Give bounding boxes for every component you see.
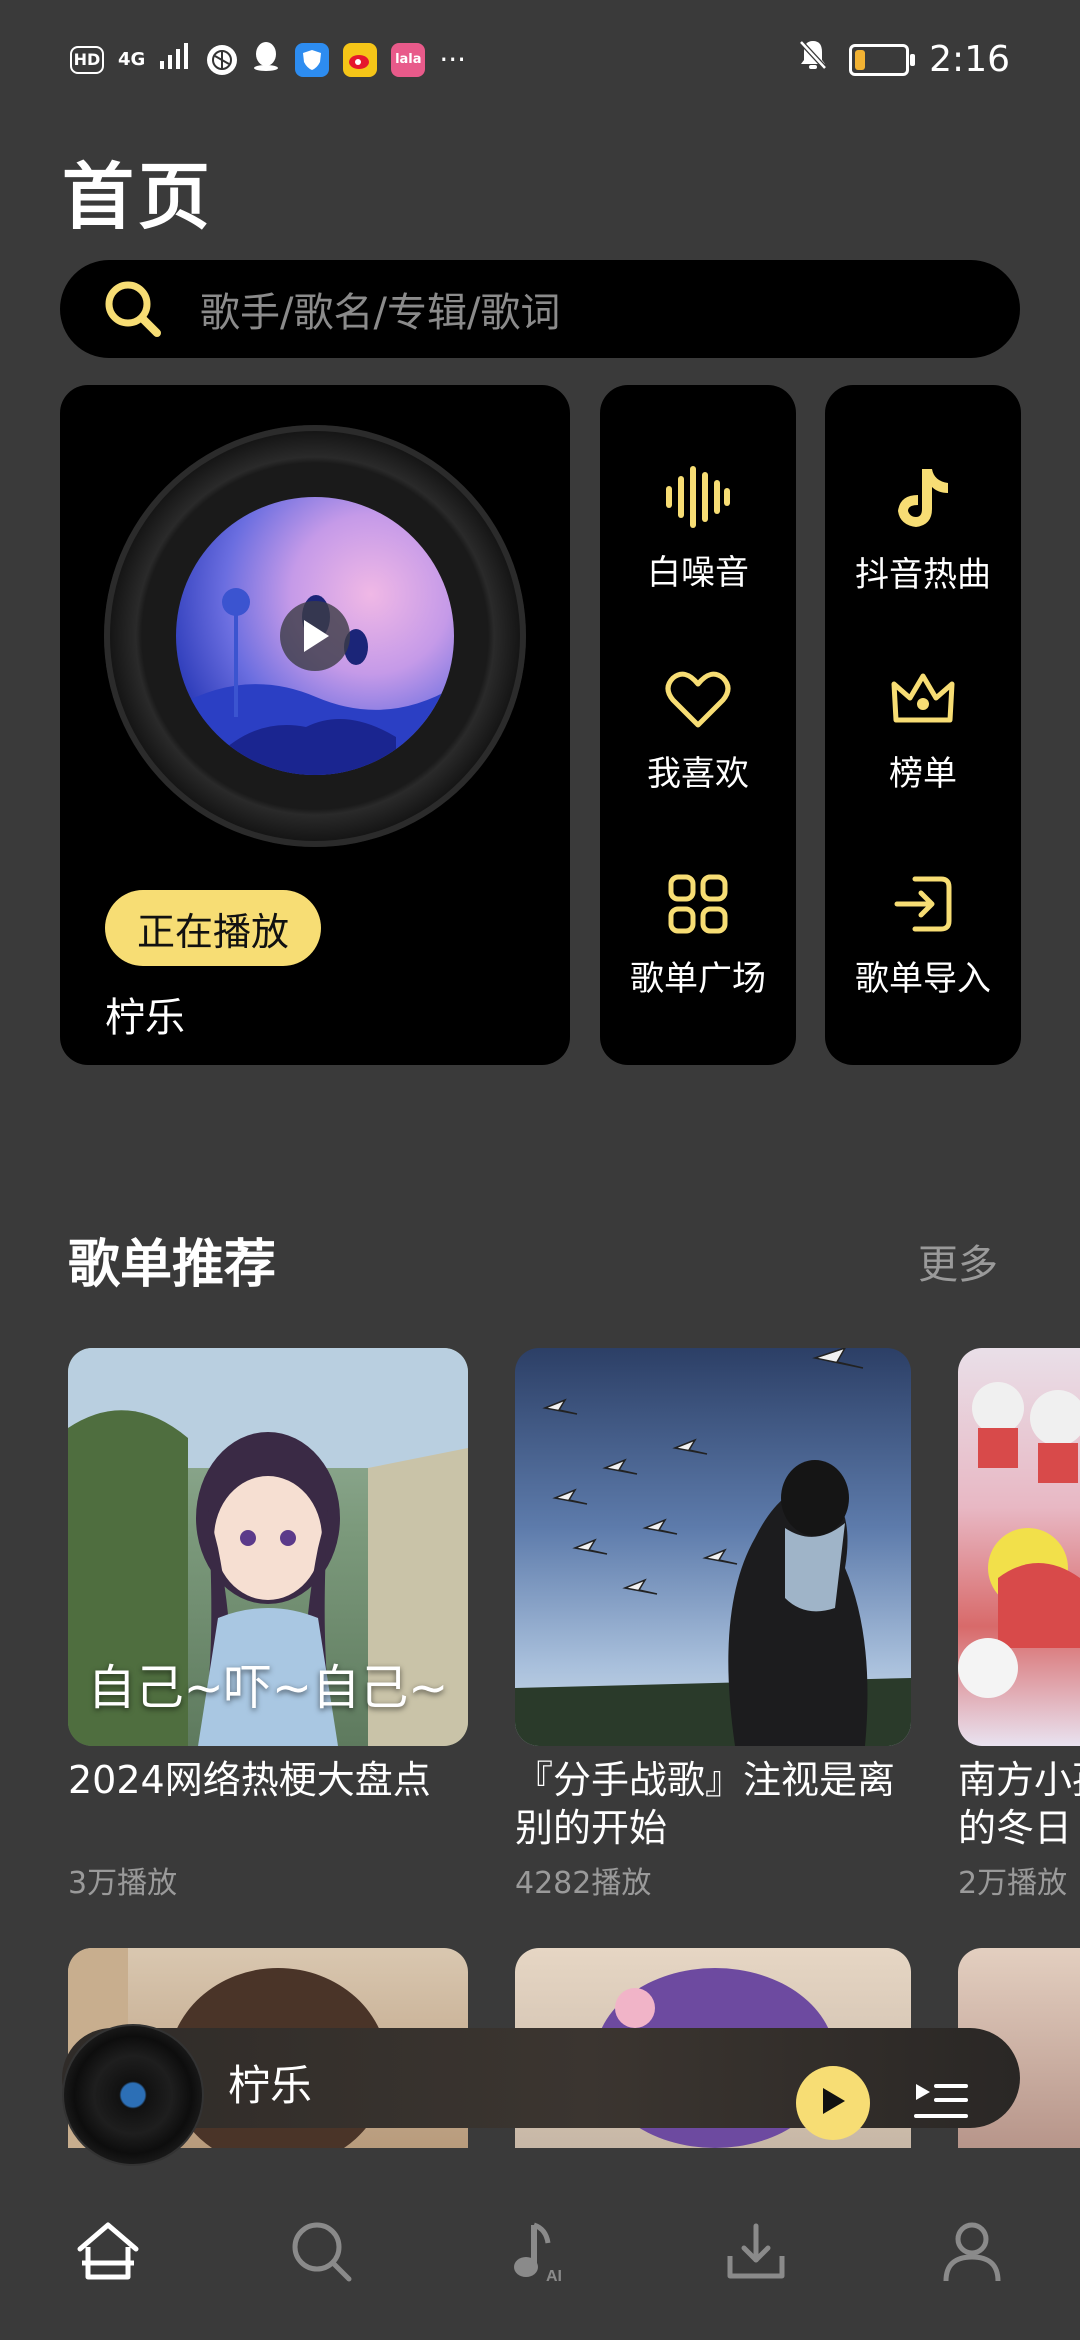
ai-music-icon: AI — [508, 2219, 572, 2289]
playlist-cover-3[interactable] — [958, 1348, 1080, 1746]
play-icon — [818, 2085, 848, 2121]
playlist-plays-1: 3万播放 — [68, 1866, 178, 1901]
shortcut-label: 榜单 — [889, 754, 957, 794]
nav-profile[interactable] — [936, 2218, 1008, 2290]
vinyl-record — [104, 425, 526, 847]
download-icon — [724, 2220, 788, 2288]
status-bar: HD 4G lala ··· 2:16 — [0, 0, 1080, 120]
network-label: 4G — [118, 49, 146, 70]
shortcut-playlist-import[interactable]: 歌单导入 — [825, 873, 1021, 1000]
shortcut-column-2: 抖音热曲 榜单 歌单导入 — [825, 385, 1021, 1065]
weibo-icon — [343, 42, 378, 77]
shortcut-tiktok-hits[interactable]: 抖音热曲 — [825, 465, 1021, 596]
mini-player[interactable] — [62, 2028, 1020, 2128]
status-left: HD 4G lala ··· — [70, 40, 466, 79]
signal-icon — [159, 41, 193, 78]
nav-ai-music[interactable]: AI — [504, 2218, 576, 2290]
mini-player-disc — [62, 2024, 204, 2166]
nav-download[interactable] — [720, 2218, 792, 2290]
grid-icon — [667, 873, 729, 939]
shortcut-white-noise[interactable]: 白噪音 — [600, 465, 796, 594]
shortcut-label: 歌单广场 — [630, 959, 766, 999]
playlist-cover-1[interactable]: 自己~吓~自己~ — [68, 1348, 468, 1746]
tiktok-icon — [892, 465, 954, 535]
bell-off-icon — [797, 38, 829, 81]
shortcut-column-1: 白噪音 我喜欢 歌单广场 — [600, 385, 796, 1065]
play-overlay-button[interactable] — [280, 601, 350, 671]
clock: 2:16 — [929, 39, 1010, 80]
now-playing-badge: 正在播放 — [105, 890, 322, 966]
search-placeholder: 歌手/歌名/专辑/歌词 — [200, 290, 561, 336]
shortcut-favorites[interactable]: 我喜欢 — [600, 670, 796, 795]
user-icon — [940, 2219, 1004, 2289]
playlist-plays-3: 2万播放 — [958, 1866, 1068, 1901]
soundwave-icon — [663, 465, 733, 533]
search-bar[interactable]: 歌手/歌名/专辑/歌词 — [60, 260, 1020, 358]
app-icon-ball — [207, 44, 238, 75]
shortcut-playlist-square[interactable]: 歌单广场 — [600, 873, 796, 1000]
shortcut-label: 抖音热曲 — [855, 555, 991, 595]
playlist-title-3[interactable]: 南方小孩的冬日 — [958, 1756, 1080, 1852]
playlist-queue-button[interactable] — [912, 2074, 972, 2134]
playlist-plays-2: 4282播放 — [515, 1866, 652, 1901]
now-playing-card[interactable]: 正在播放 柠乐 — [60, 385, 570, 1065]
app-icon-pink: lala — [391, 42, 426, 77]
playlist-cover-2[interactable] — [515, 1348, 911, 1746]
more-notifications: ··· — [439, 43, 467, 76]
playlist-title-2[interactable]: 『分手战歌』注视是离别的开始 — [515, 1756, 911, 1852]
shortcut-label: 歌单导入 — [855, 959, 991, 999]
heart-icon — [665, 670, 731, 734]
hd-icon: HD — [70, 45, 104, 74]
section-title: 歌单推荐 — [68, 1235, 277, 1295]
battery-icon — [849, 43, 916, 76]
page-title: 首页 — [62, 155, 215, 239]
more-link[interactable]: 更多 — [918, 1232, 998, 1290]
mini-player-name[interactable]: 柠乐 — [228, 2052, 312, 2113]
status-right: 2:16 — [797, 38, 1010, 81]
shortcut-label: 我喜欢 — [647, 754, 749, 794]
cover-overlay-text: 自己~吓~自己~ — [87, 1660, 449, 1716]
shield-app-icon — [295, 42, 330, 77]
import-icon — [891, 873, 955, 939]
search-icon — [100, 276, 166, 342]
queue-icon — [912, 2084, 972, 2138]
playlist-title-1[interactable]: 2024网络热梗大盘点 — [68, 1756, 468, 1804]
shortcut-label: 白噪音 — [647, 553, 749, 593]
nav-home[interactable] — [72, 2218, 144, 2290]
qq-icon — [251, 40, 281, 79]
now-playing-name: 柠乐 — [105, 995, 185, 1041]
mini-play-button[interactable] — [796, 2066, 870, 2140]
home-icon — [76, 2221, 140, 2287]
nav-search[interactable] — [286, 2218, 358, 2290]
svg-text:AI: AI — [546, 2268, 562, 2285]
shortcut-charts[interactable]: 榜单 — [825, 670, 1021, 795]
album-cover — [176, 497, 454, 775]
search-icon — [289, 2219, 355, 2289]
crown-icon — [890, 670, 956, 734]
